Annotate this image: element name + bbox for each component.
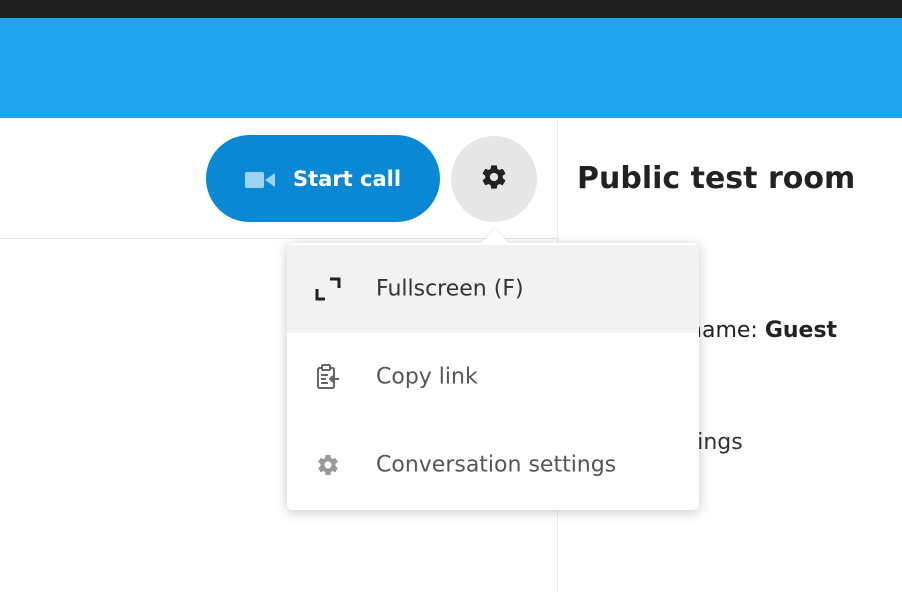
menu-item-conversation-settings[interactable]: Conversation settings — [287, 421, 699, 509]
top-bar — [0, 0, 902, 18]
menu-item-label: Conversation settings — [376, 452, 617, 478]
fullscreen-icon — [313, 274, 343, 304]
start-call-label: Start call — [292, 166, 402, 191]
guest-name-value: Guest — [764, 318, 838, 343]
video-camera-icon — [244, 170, 275, 188]
gear-icon — [313, 450, 343, 480]
menu-arrow — [481, 229, 509, 243]
gear-icon — [480, 163, 508, 195]
menu-item-copy-link[interactable]: Copy link — [287, 333, 699, 421]
menu-item-label: Copy link — [376, 364, 478, 390]
conversation-title: Public test room — [577, 161, 856, 196]
toolbar-divider — [0, 238, 558, 239]
start-call-button[interactable]: Start call — [206, 135, 440, 222]
conversation-actions-button[interactable] — [451, 136, 537, 222]
menu-item-label: Fullscreen (F) — [376, 276, 524, 302]
menu-item-fullscreen[interactable]: Fullscreen (F) — [287, 245, 699, 333]
clipboard-icon — [313, 362, 343, 392]
app-header — [0, 18, 902, 118]
conversation-actions-menu: Fullscreen (F) Copy link Conversation se… — [287, 243, 699, 510]
